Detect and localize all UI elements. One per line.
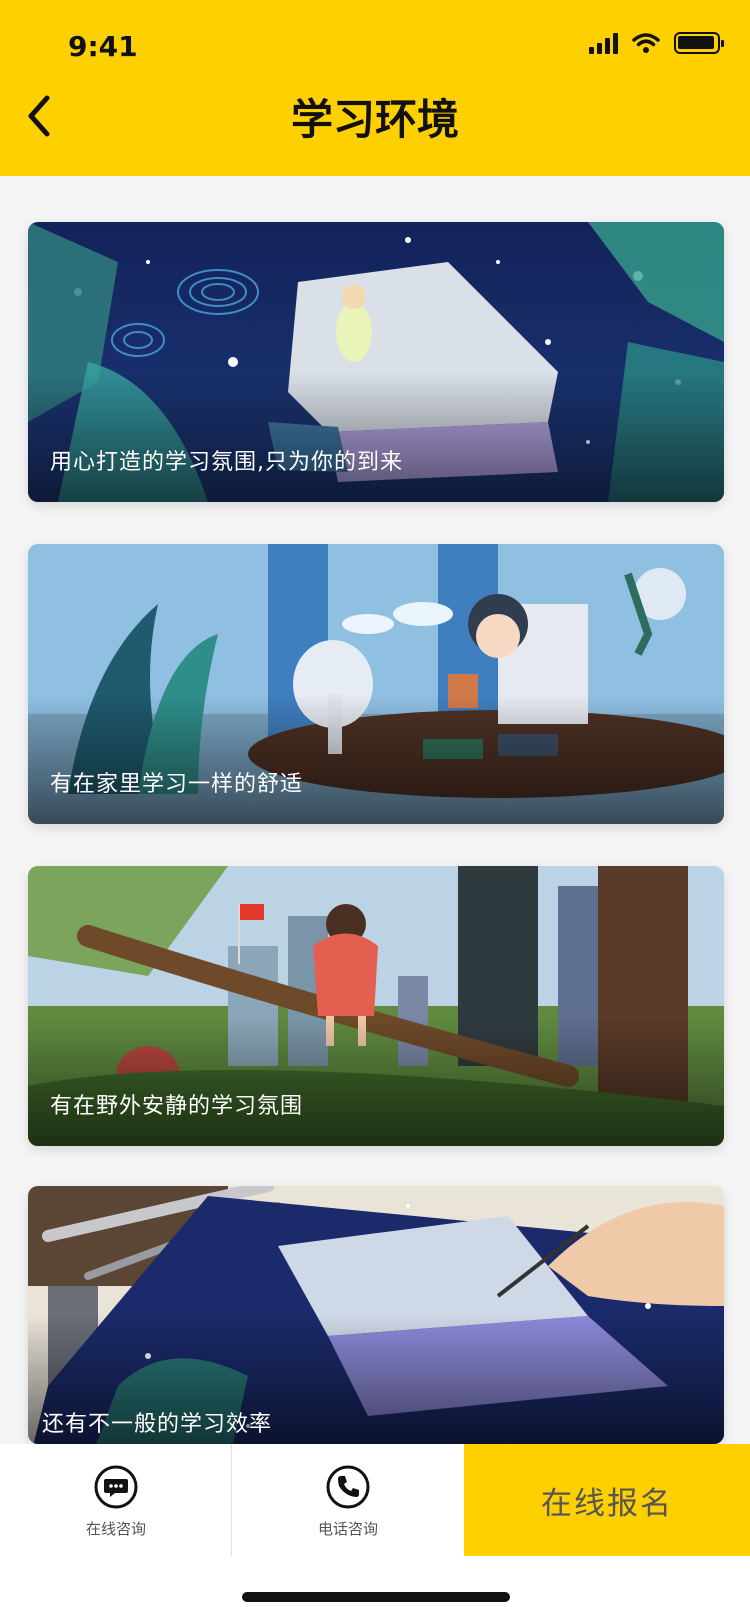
environment-card-3[interactable]: 有在野外安静的学习氛围 (28, 866, 724, 1146)
phone-consult-tab[interactable]: 电话咨询 (232, 1444, 464, 1556)
home-indicator[interactable] (242, 1592, 510, 1602)
wifi-icon (632, 33, 660, 53)
online-signup-button[interactable]: 在线报名 (464, 1444, 750, 1556)
card-caption: 有在家里学习一样的舒适 (50, 772, 304, 797)
status-icons (589, 32, 724, 54)
caption-shade (28, 372, 724, 502)
environment-card-4[interactable]: 还有不一般的学习效率 (28, 1186, 724, 1444)
page-title: 学习环境 (290, 95, 459, 144)
online-consult-tab[interactable]: 在线咨询 (0, 1444, 232, 1556)
battery-icon (674, 32, 724, 54)
screen: 9:41 学习环境 用心打造的学习氛围,只为你的到来 有在家里学习一样的舒适 有… (0, 0, 750, 1624)
bottom-action-bar: 在线咨询 电话咨询 在线报名 (0, 1444, 750, 1556)
environment-list: 用心打造的学习氛围,只为你的到来 有在家里学习一样的舒适 有在野外安静的学习氛围… (0, 176, 750, 1444)
cellular-signal-icon (589, 32, 618, 54)
environment-card-1[interactable]: 用心打造的学习氛围,只为你的到来 (28, 222, 724, 502)
caption-shade (28, 1016, 724, 1146)
header: 9:41 学习环境 (0, 0, 750, 176)
chat-bubble-icon (94, 1465, 138, 1509)
phone-consult-label: 电话咨询 (317, 1520, 378, 1538)
status-time: 9:41 (68, 30, 138, 63)
online-consult-label: 在线咨询 (85, 1520, 146, 1538)
environment-card-2[interactable]: 有在家里学习一样的舒适 (28, 544, 724, 824)
card-caption: 用心打造的学习氛围,只为你的到来 (50, 450, 403, 475)
caption-shade (28, 694, 724, 824)
card-caption: 有在野外安静的学习氛围 (50, 1094, 304, 1119)
home-indicator-area (0, 1556, 750, 1624)
card-caption: 还有不一般的学习效率 (42, 1412, 273, 1437)
phone-icon (326, 1465, 370, 1509)
